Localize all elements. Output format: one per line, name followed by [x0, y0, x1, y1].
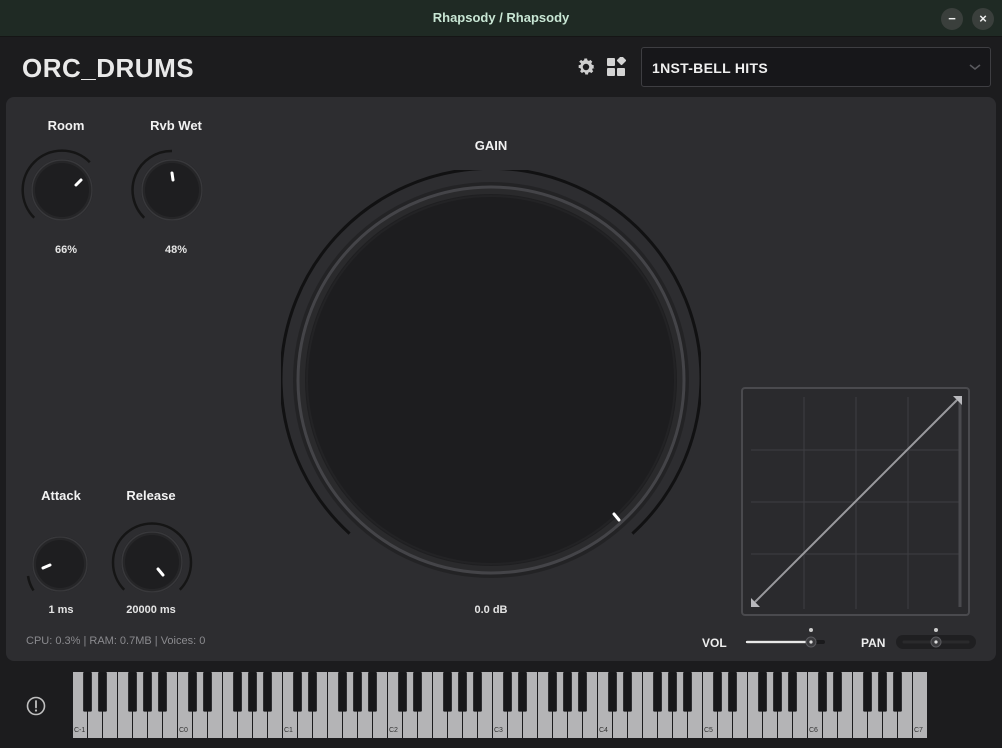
black-key[interactable] [248, 672, 257, 712]
gain-knob[interactable] [281, 170, 701, 590]
octave-label: C3 [494, 727, 503, 734]
black-key[interactable] [473, 672, 482, 712]
octave-label: C2 [389, 727, 398, 734]
black-key[interactable] [128, 672, 137, 712]
preset-dropdown[interactable]: 1NST-BELL HITS [641, 47, 991, 87]
piano-keyboard[interactable]: C-1 C0 C1 C2 C3 C4 C5 C6 C7 [73, 672, 928, 738]
black-key[interactable] [713, 672, 722, 712]
gain-value: 0.0 dB [474, 604, 508, 616]
rvb-wet-knob[interactable] [130, 148, 214, 232]
black-key[interactable] [863, 672, 872, 712]
black-key[interactable] [548, 672, 557, 712]
black-key[interactable] [623, 672, 632, 712]
black-key[interactable] [503, 672, 512, 712]
status-text: CPU: 0.3% | RAM: 0.7MB | Voices: 0 [26, 635, 206, 647]
close-button[interactable]: × [972, 8, 994, 30]
room-label: Room [47, 118, 85, 133]
pan-label: PAN [861, 636, 886, 650]
black-key[interactable] [563, 672, 572, 712]
black-key[interactable] [668, 672, 677, 712]
black-key[interactable] [413, 672, 422, 712]
black-key[interactable] [83, 672, 92, 712]
rvb-wet-knob-indicator [170, 171, 175, 182]
black-key[interactable] [308, 672, 317, 712]
black-key[interactable] [443, 672, 452, 712]
black-key[interactable] [293, 672, 302, 712]
instrument-name: ORC_DRUMS [22, 53, 195, 83]
black-key[interactable] [818, 672, 827, 712]
black-key[interactable] [683, 672, 692, 712]
octave-label: C6 [809, 727, 818, 734]
rvb-wet-value: 48% [164, 244, 188, 256]
alert-circle-icon[interactable] [26, 696, 46, 716]
black-key[interactable] [203, 672, 212, 712]
attack-knob[interactable] [22, 526, 98, 602]
gain-label: GAIN [474, 138, 508, 153]
attack-value: 1 ms [48, 604, 74, 616]
black-key[interactable] [338, 672, 347, 712]
release-knob[interactable] [110, 520, 194, 604]
octave-label: C7 [914, 727, 923, 734]
window-title: Rhapsody / Rhapsody [432, 10, 570, 25]
vol-slider[interactable] [745, 626, 827, 650]
black-key[interactable] [608, 672, 617, 712]
black-key[interactable] [143, 672, 152, 712]
black-key[interactable] [728, 672, 737, 712]
attack-label: Attack [41, 488, 81, 503]
pan-slider[interactable] [896, 626, 978, 650]
black-key[interactable] [653, 672, 662, 712]
black-key[interactable] [773, 672, 782, 712]
black-key[interactable] [758, 672, 767, 712]
black-key[interactable] [893, 672, 902, 712]
black-key[interactable] [98, 672, 107, 712]
black-key[interactable] [188, 672, 197, 712]
octave-label: C5 [704, 727, 713, 734]
black-key[interactable] [368, 672, 377, 712]
gear-icon[interactable] [575, 56, 597, 78]
black-key[interactable] [398, 672, 407, 712]
curve-plot[interactable] [741, 387, 970, 616]
black-key[interactable] [878, 672, 887, 712]
curve-plot-svg [751, 396, 962, 609]
release-label: Release [126, 488, 176, 503]
minimize-button[interactable]: − [941, 8, 963, 30]
octave-label: C0 [179, 727, 188, 734]
black-key[interactable] [578, 672, 587, 712]
black-key[interactable] [263, 672, 272, 712]
black-key[interactable] [788, 672, 797, 712]
preset-value: 1NST-BELL HITS [652, 60, 768, 76]
chevron-down-icon [969, 64, 981, 71]
octave-label: C4 [599, 727, 608, 734]
rvb-wet-label: Rvb Wet [150, 118, 202, 133]
black-key[interactable] [833, 672, 842, 712]
octave-label: C1 [284, 727, 293, 734]
vol-label: VOL [702, 636, 727, 650]
title-bar: Rhapsody / Rhapsody − × [0, 0, 1002, 37]
black-key[interactable] [233, 672, 242, 712]
black-key[interactable] [158, 672, 167, 712]
plugin-header: ORC_DRUMS 1NST-BELL HITS [0, 37, 1002, 97]
octave-label: C-1 [74, 727, 85, 734]
room-value: 66% [54, 244, 78, 256]
room-knob[interactable] [20, 148, 104, 232]
grid-icon[interactable] [606, 57, 626, 77]
black-key[interactable] [353, 672, 362, 712]
release-value: 20000 ms [126, 604, 176, 616]
black-key[interactable] [458, 672, 467, 712]
black-key[interactable] [518, 672, 527, 712]
